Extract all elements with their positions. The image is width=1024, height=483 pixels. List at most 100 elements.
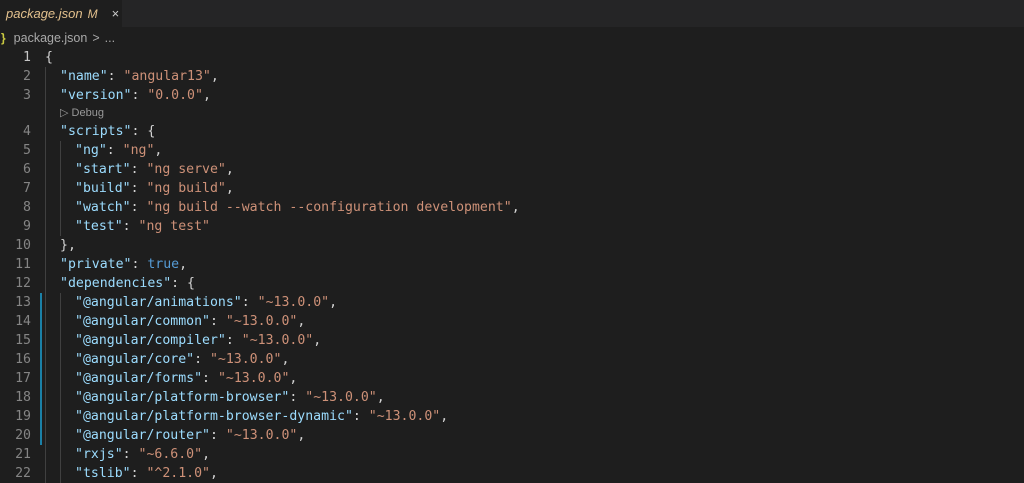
indent-guide — [60, 217, 61, 236]
code-text: "@angular/animations": "~13.0.0", — [75, 293, 337, 312]
code-text: "start": "ng serve", — [75, 160, 234, 179]
code-token: true — [147, 257, 180, 272]
indent-guide — [45, 350, 46, 369]
code-text: "ng": "ng", — [75, 141, 162, 160]
code-token: "@angular/core" — [75, 352, 195, 367]
code-token: : — [122, 447, 139, 462]
indent-guide — [60, 160, 61, 179]
code-line[interactable]: 1{ — [0, 48, 1024, 67]
line-number: 17 — [15, 371, 31, 386]
code-token: "version" — [60, 88, 132, 103]
line-number: 8 — [23, 200, 31, 215]
modified-gutter-marker[interactable] — [40, 331, 42, 350]
tab-package-json[interactable]: package.json M × — [0, 0, 122, 27]
modified-gutter-marker[interactable] — [40, 350, 42, 369]
code-editor[interactable]: 1{2 "name": "angular13", 3 "version": "0.0.… — [0, 48, 1024, 483]
code-token: : — [202, 371, 218, 386]
line-number: 18 — [15, 390, 31, 405]
code-line[interactable]: 11 "private": true, — [0, 255, 1024, 274]
modified-gutter-marker[interactable] — [40, 312, 42, 331]
line-number: 19 — [15, 409, 31, 424]
code-token: "@angular/platform-browser" — [75, 390, 290, 405]
code-line[interactable]: 17 "@angular/forms": "~13.0.0", — [0, 369, 1024, 388]
code-line[interactable]: 16 "@angular/core": "~13.0.0", — [0, 350, 1024, 369]
indent-guide — [45, 312, 46, 331]
indent-guide — [60, 407, 61, 426]
code-line[interactable]: 14 "@angular/common": "~13.0.0", — [0, 312, 1024, 331]
breadcrumb-file[interactable]: package.json — [14, 31, 88, 45]
code-line[interactable]: 7 "build": "ng build", — [0, 179, 1024, 198]
code-token: , — [440, 409, 449, 424]
code-text: "build": "ng build", — [75, 179, 234, 198]
code-token: : — [122, 219, 139, 234]
code-token: "ng" — [75, 143, 107, 158]
close-icon[interactable]: × — [112, 6, 120, 21]
code-token: : { — [131, 124, 156, 139]
line-number: 11 — [15, 257, 31, 272]
code-token: , — [297, 314, 306, 329]
indent-guide — [45, 217, 46, 236]
code-line[interactable]: 9 "test": "ng test" — [0, 217, 1024, 236]
code-line[interactable]: 21 "rxjs": "~6.6.0", — [0, 445, 1024, 464]
code-token: "~13.0.0" — [225, 314, 298, 329]
modified-gutter-marker[interactable] — [40, 426, 42, 445]
indent-guide — [60, 312, 61, 331]
code-token: "0.0.0" — [147, 88, 203, 103]
indent-guide — [45, 67, 46, 86]
indent-guide — [45, 179, 46, 198]
code-line[interactable]: 20 "@angular/router": "~13.0.0", — [0, 426, 1024, 445]
code-token: : — [194, 352, 210, 367]
line-number: 5 — [23, 143, 31, 158]
code-text: { — [45, 48, 53, 67]
indent-guide — [45, 236, 46, 255]
code-token: : — [130, 466, 147, 481]
code-line[interactable]: 6 "start": "ng serve", — [0, 160, 1024, 179]
breadcrumb-more[interactable]: ... — [105, 31, 115, 45]
code-line[interactable]: 13 "@angular/animations": "~13.0.0", — [0, 293, 1024, 312]
code-line[interactable]: 18 "@angular/platform-browser": "~13.0.0"… — [0, 388, 1024, 407]
code-token: : { — [171, 276, 195, 291]
code-line[interactable]: 12 "dependencies": { — [0, 274, 1024, 293]
code-token: , — [225, 162, 234, 177]
code-text: "@angular/forms": "~13.0.0", — [75, 369, 297, 388]
code-text: "rxjs": "~6.6.0", — [75, 445, 210, 464]
code-token: : — [130, 181, 147, 196]
code-token: , — [210, 69, 219, 84]
code-token: "^2.1.0" — [146, 466, 210, 481]
code-line[interactable]: 5 "ng": "ng", — [0, 141, 1024, 160]
modified-gutter-marker[interactable] — [40, 293, 42, 312]
code-line[interactable]: 10}, — [0, 236, 1024, 255]
code-line[interactable]: 8 "watch": "ng build --watch --configurat… — [0, 198, 1024, 217]
indent-guide — [45, 445, 46, 464]
code-line[interactable]: 2 "name": "angular13", — [0, 67, 1024, 86]
tab-filename: package.json — [6, 6, 83, 21]
code-token: "~6.6.0" — [138, 447, 203, 462]
debug-codelens[interactable]: ▷ Debug — [60, 105, 104, 122]
modified-gutter-marker[interactable] — [40, 369, 42, 388]
code-line[interactable]: 15 "@angular/compiler": "~13.0.0", — [0, 331, 1024, 350]
modified-badge: M — [87, 6, 98, 21]
indent-guide — [45, 198, 46, 217]
code-token: "ng build" — [146, 181, 226, 196]
code-token: : — [352, 409, 369, 424]
code-token: , — [289, 371, 298, 386]
indent-guide — [60, 388, 61, 407]
code-token: : — [130, 162, 147, 177]
line-number: 3 — [23, 88, 31, 103]
line-number: 20 — [15, 428, 31, 443]
modified-gutter-marker[interactable] — [40, 388, 42, 407]
line-number: 12 — [15, 276, 31, 291]
code-token: "~13.0.0" — [225, 428, 298, 443]
code-line[interactable]: 3 "version": "0.0.0", — [0, 86, 1024, 105]
line-number: 4 — [23, 124, 31, 139]
code-token: : — [209, 314, 226, 329]
modified-gutter-marker[interactable] — [40, 407, 42, 426]
code-line[interactable]: 4 "scripts": { — [0, 122, 1024, 141]
code-token: "ng serve" — [146, 162, 226, 177]
code-token: "@angular/platform-browser-dynamic" — [75, 409, 353, 424]
code-line[interactable]: 19 "@angular/platform-browser-dynamic": "… — [0, 407, 1024, 426]
code-token: "tslib" — [75, 466, 131, 481]
code-text: "scripts": { — [60, 122, 155, 141]
code-token: "~13.0.0" — [241, 333, 314, 348]
code-token: , — [154, 143, 163, 158]
